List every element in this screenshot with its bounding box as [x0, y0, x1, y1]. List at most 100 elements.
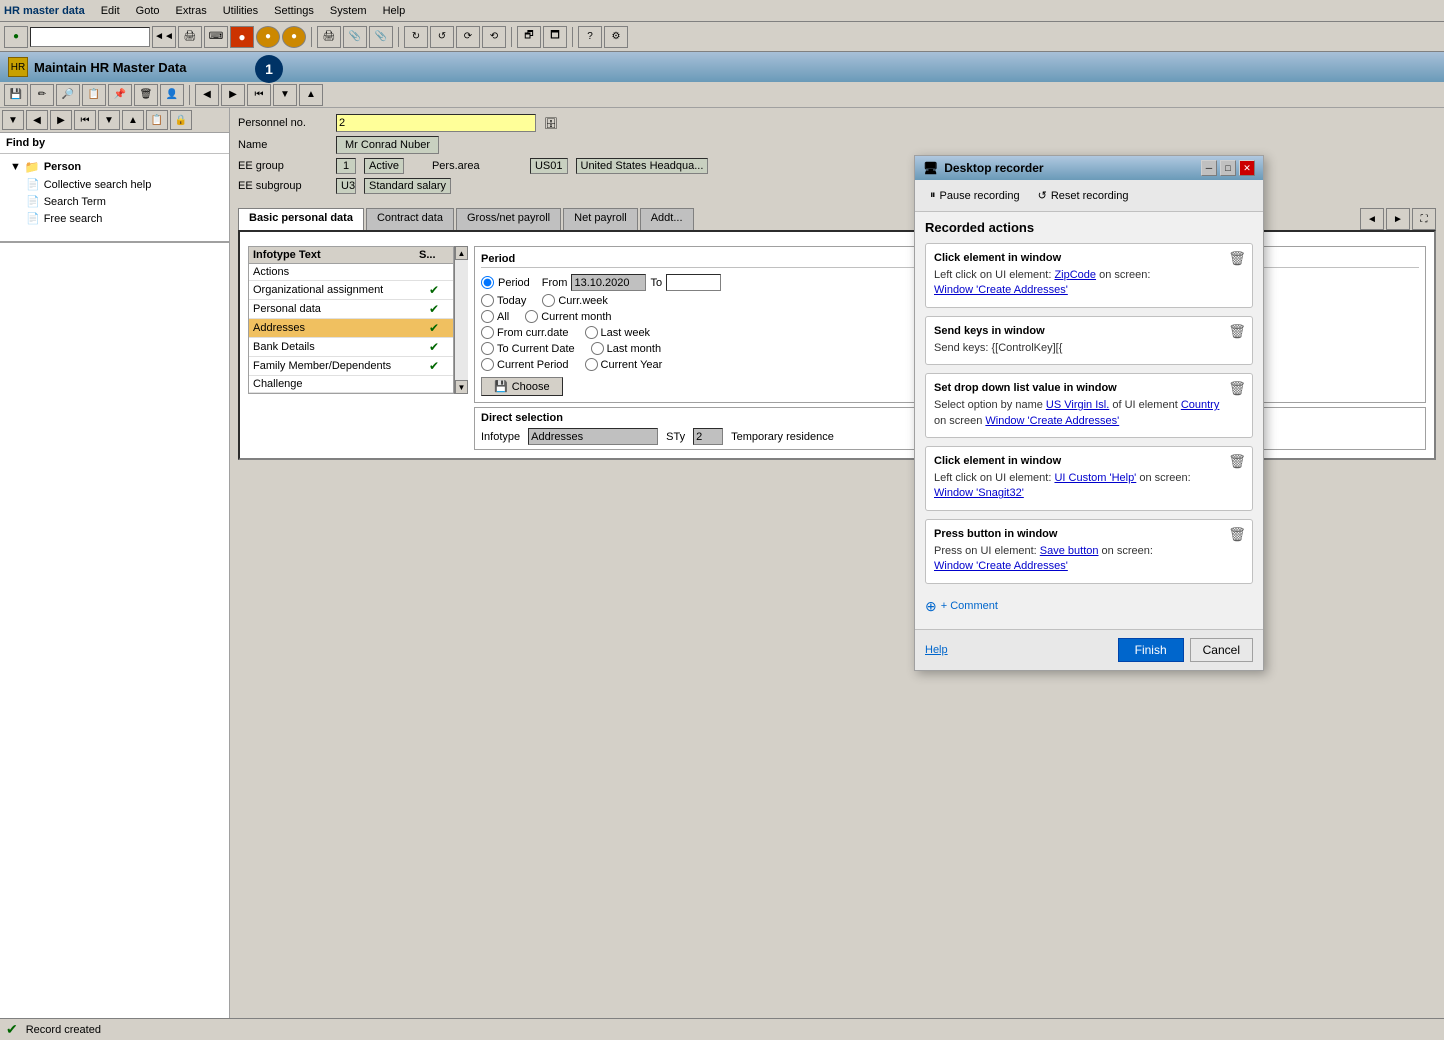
action-delete-2[interactable]: 🗑 — [1228, 323, 1246, 340]
radio-lastmonth-input[interactable] — [591, 342, 604, 355]
scroll-track[interactable] — [455, 260, 468, 380]
action-screen-1[interactable]: Window 'Create Addresses' — [934, 284, 1068, 296]
menu-settings[interactable]: Settings — [274, 5, 314, 17]
tree-collective-search[interactable]: 📄 Collective search help — [6, 176, 223, 193]
tab-prev-btn[interactable]: ◄ — [1360, 208, 1384, 230]
menu-extras[interactable]: Extras — [176, 5, 207, 17]
add-comment-btn[interactable]: ⊕ + Comment — [925, 592, 1253, 621]
sub-btn9[interactable]: ▶ — [221, 84, 245, 106]
radio-currmonth-input[interactable] — [525, 310, 538, 323]
sub-btn10[interactable]: ⏮ — [247, 84, 271, 106]
to-date-input[interactable] — [666, 274, 721, 291]
tab-basic-personal[interactable]: Basic personal data — [238, 208, 364, 230]
action-delete-4[interactable]: 🗑 — [1228, 453, 1246, 470]
action-element-1[interactable]: ZipCode — [1054, 269, 1096, 281]
infotype-row-family[interactable]: Family Member/Dependents ✔ — [249, 357, 453, 376]
recorder-maximize-btn[interactable]: □ — [1220, 160, 1236, 176]
menu-utilities[interactable]: Utilities — [223, 5, 258, 17]
yellow-btn1[interactable]: ● — [256, 26, 280, 48]
tree-free-search[interactable]: 📄 Free search — [6, 210, 223, 227]
action-element-4[interactable]: UI Custom 'Help' — [1054, 472, 1136, 484]
infotype-row-addresses[interactable]: Addresses ✔ — [249, 319, 453, 338]
menu-edit[interactable]: Edit — [101, 5, 120, 17]
radio-currperiod-input[interactable] — [481, 358, 494, 371]
action-screen-4[interactable]: Window 'Snagit32' — [934, 487, 1024, 499]
paperclip2-btn[interactable]: 📎 — [369, 26, 393, 48]
radio-curryear-input[interactable] — [585, 358, 598, 371]
arrow1-btn[interactable]: ↻ — [404, 26, 428, 48]
choose-button[interactable]: 💾 Choose — [481, 377, 563, 396]
action-element-3a[interactable]: US Virgin Isl. — [1046, 399, 1109, 411]
help-btn[interactable]: ? — [578, 26, 602, 48]
tab-next-btn[interactable]: ► — [1386, 208, 1410, 230]
action-delete-3[interactable]: 🗑 — [1228, 380, 1246, 397]
nav-back-btn[interactable]: ◄◄ — [152, 26, 176, 48]
lp-btn5[interactable]: ▼ — [98, 110, 120, 130]
red-circle-btn[interactable]: ● — [230, 26, 254, 48]
print-btn[interactable]: 🖨 — [317, 26, 341, 48]
tab-net-payroll[interactable]: Net payroll — [563, 208, 638, 230]
nav-print-btn[interactable]: 🖨 — [178, 26, 202, 48]
radio-all-input[interactable] — [481, 310, 494, 323]
action-screen-3[interactable]: Window 'Create Addresses' — [985, 415, 1119, 427]
window2-btn[interactable]: 🗖 — [543, 26, 567, 48]
sub-btn5[interactable]: 📌 — [108, 84, 132, 106]
tree-search-term[interactable]: 📄 Search Term — [6, 193, 223, 210]
tree-person[interactable]: ▼ 📁 Person — [6, 158, 223, 176]
sub-btn11[interactable]: ▼ — [273, 84, 297, 106]
action-delete-5[interactable]: 🗑 — [1228, 526, 1246, 543]
sub-btn6[interactable]: 🗑 — [134, 84, 158, 106]
recorder-close-btn[interactable]: ✕ — [1239, 160, 1255, 176]
sub-btn8[interactable]: ◀ — [195, 84, 219, 106]
scroll-down-btn[interactable]: ▼ — [455, 380, 468, 394]
infotype-row-challenge[interactable]: Challenge — [249, 376, 453, 393]
sub-btn2[interactable]: ✏ — [30, 84, 54, 106]
menu-system[interactable]: System — [330, 5, 367, 17]
sub-btn12[interactable]: ▲ — [299, 84, 323, 106]
arrow3-btn[interactable]: ⟳ — [456, 26, 480, 48]
sty-input[interactable] — [693, 428, 723, 445]
infotype-ds-input[interactable] — [528, 428, 658, 445]
lp-btn2[interactable]: ◀ — [26, 110, 48, 130]
arrow2-btn[interactable]: ↺ — [430, 26, 454, 48]
action-delete-1[interactable]: 🗑 — [1228, 250, 1246, 267]
infotype-row-personal[interactable]: Personal data ✔ — [249, 300, 453, 319]
radio-lastweek-input[interactable] — [585, 326, 598, 339]
action-element-3b[interactable]: Country — [1181, 399, 1220, 411]
infotype-row-org[interactable]: Organizational assignment ✔ — [249, 281, 453, 300]
radio-tocurrentdate-input[interactable] — [481, 342, 494, 355]
tab-addt[interactable]: Addt... — [640, 208, 694, 230]
cancel-button[interactable]: Cancel — [1190, 638, 1253, 662]
action-screen-5[interactable]: Window 'Create Addresses' — [934, 560, 1068, 572]
sub-btn3[interactable]: 🔎 — [56, 84, 80, 106]
yellow-btn2[interactable]: ● — [282, 26, 306, 48]
scroll-up-btn[interactable]: ▲ — [455, 246, 468, 260]
menu-help[interactable]: Help — [383, 5, 406, 17]
radio-currweek-input[interactable] — [542, 294, 555, 307]
sub-btn4[interactable]: 📋 — [82, 84, 106, 106]
lp-btn4[interactable]: ⏮ — [74, 110, 96, 130]
reset-recording-btn[interactable]: ↺ Reset recording — [1033, 186, 1134, 205]
nav-find-btn[interactable]: ⌨ — [204, 26, 228, 48]
green-circle-btn[interactable]: ● — [4, 26, 28, 48]
period-radio[interactable] — [481, 276, 494, 289]
lp-btn8[interactable]: 🔒 — [170, 110, 192, 130]
toolbar-input[interactable] — [30, 27, 150, 47]
help-link[interactable]: Help — [925, 644, 948, 656]
paperclip-btn[interactable]: 📎 — [343, 26, 367, 48]
window1-btn[interactable]: 🗗 — [517, 26, 541, 48]
personnel-input[interactable] — [336, 114, 536, 132]
config-btn[interactable]: ⚙ — [604, 26, 628, 48]
lp-btn3[interactable]: ▶ — [50, 110, 72, 130]
arrow4-btn[interactable]: ⟲ — [482, 26, 506, 48]
pause-recording-btn[interactable]: ⏸ Pause recording — [925, 186, 1025, 205]
infotype-row-bank[interactable]: Bank Details ✔ — [249, 338, 453, 357]
tab-contract[interactable]: Contract data — [366, 208, 454, 230]
action-element-5[interactable]: Save button — [1040, 545, 1099, 557]
sub-btn7[interactable]: 👤 — [160, 84, 184, 106]
from-date-input[interactable] — [571, 274, 646, 291]
infotype-row-actions[interactable]: Actions — [249, 264, 453, 281]
recorder-minimize-btn[interactable]: ─ — [1201, 160, 1217, 176]
radio-fromcurrdate-input[interactable] — [481, 326, 494, 339]
lp-btn6[interactable]: ▲ — [122, 110, 144, 130]
